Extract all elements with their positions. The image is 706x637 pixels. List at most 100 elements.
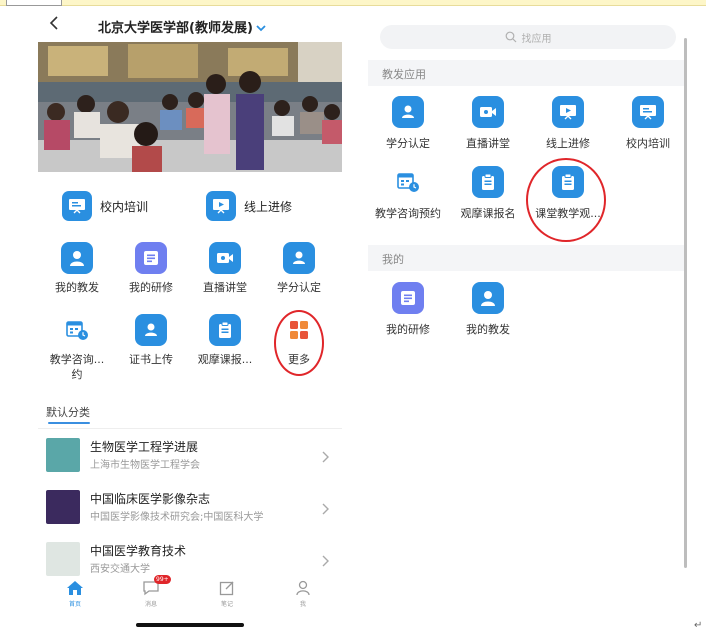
featured-online-study[interactable]: 线上进修 [206,188,292,224]
grid-item-label: 教学咨询... 约 [42,352,112,382]
grid-item-label: 学分认定 [277,281,321,294]
page-title-text: 北京大学医学部(教师发展) [98,21,253,36]
chevron-right-icon [322,448,330,467]
message-badge: 99+ [154,575,171,584]
grid-item-my-development[interactable]: 我的教发 [42,242,112,295]
user-avatar-icon [61,242,93,274]
journal-publisher: 西安交通大学 [90,564,150,575]
classroom-banner-image[interactable] [38,42,342,172]
journal-row[interactable]: 中国临床医学影像杂志 中国医学影像技术研究会;中国医科大学 [38,484,342,534]
app-label: 我的教发 [466,323,510,336]
presentation-icon [632,96,664,128]
document-top-strip [0,0,706,6]
person-badge-icon [283,242,315,274]
featured-campus-training[interactable]: 校内培训 [62,188,148,224]
grid-item-observation-signup[interactable]: 观摩课报... [190,314,260,367]
chevron-right-icon [322,500,330,519]
search-placeholder: 找应用 [521,33,552,45]
grid-item-my-study[interactable]: 我的研修 [116,242,186,295]
app-label: 直播讲堂 [466,137,510,150]
app-label: 观摩课报名 [460,207,516,220]
clipboard-icon [552,166,584,198]
grid-item-label: 直播讲堂 [203,281,247,294]
tab-label: 笔记 [220,601,233,608]
grid-item-label-line2: 约 [71,368,83,381]
grid-item-certificate-upload[interactable]: 证书上传 [116,314,186,367]
tab-label: 我 [299,601,306,608]
section-header-text: 我的 [382,253,404,266]
person-icon [278,576,328,596]
bottom-tab-bar: 首页 99+ 消息 笔记 我 [38,575,342,612]
grid-item-more[interactable]: 更多 [264,314,334,367]
grid-item-label: 观摩课报... [197,353,253,366]
app-header: 北京大学医学部(教师发展) [38,8,342,40]
edit-note-icon [202,576,252,596]
featured-label: 线上进修 [244,199,293,214]
app-label: 课堂教学观... [535,207,601,220]
app-search-input[interactable]: 找应用 [380,25,676,49]
journal-cover-image [46,542,80,576]
grid-item-credit[interactable]: 学分认定 [264,242,334,295]
grid-item-label: 证书上传 [129,353,173,366]
journal-title: 中国临床医学影像杂志 [90,492,211,506]
section-underline [48,422,90,424]
app-label: 校内培训 [626,137,670,150]
app-my-development[interactable]: 我的教发 [448,282,528,337]
grid-item-teaching-consult[interactable]: 教学咨询... 约 [42,314,112,382]
more-grid-icon [283,314,315,346]
list-card-icon [135,242,167,274]
app-teaching-consult[interactable]: 教学咨询预约 [368,166,448,221]
video-camera-icon [209,242,241,274]
app-label: 线上进修 [546,137,590,150]
app-classroom-observation[interactable]: 课堂教学观... [528,166,608,221]
online-screen-icon [206,191,236,221]
app-credit[interactable]: 学分认定 [368,96,448,151]
journal-title: 生物医学工程学进展 [90,440,199,454]
tab-label: 消息 [144,601,157,608]
journal-cover-image [46,490,80,524]
app-observation-signup[interactable]: 观摩课报名 [448,166,528,221]
section-header-text: 教发应用 [382,68,426,81]
journal-publisher: 上海市生物医学工程学会 [90,460,200,471]
grid-item-label: 我的教发 [55,281,99,294]
page-title[interactable]: 北京大学医学部(教师发展) [98,17,298,36]
grid-item-label-line1: 教学咨询... [49,353,105,366]
section-header-teaching-apps: 教发应用 [368,60,684,86]
home-indicator[interactable] [136,623,244,627]
tab-messages[interactable]: 99+ 消息 [126,575,176,608]
left-phone-screen: 北京大学医学部(教师发展) 校内培训 线上进修 我的教发 我的研修 直播讲堂 学… [38,8,342,633]
clipboard-icon [472,166,504,198]
app-live-lecture[interactable]: 直播讲堂 [448,96,528,151]
section-title-default: 默认分类 [46,406,90,419]
presentation-icon [62,191,92,221]
journal-row[interactable]: 生物医学工程学进展 上海市生物医学工程学会 [38,432,342,482]
journal-title: 中国医学教育技术 [90,544,187,558]
right-phone-screen: 找应用 教发应用 学分认定 直播讲堂 线上进修 校内培训 教学咨询预约 观摩课报… [368,8,690,568]
app-label: 我的研修 [386,323,430,336]
calendar-clock-icon [61,314,93,346]
app-my-study[interactable]: 我的研修 [368,282,448,337]
journal-cover-image [46,438,80,472]
chevron-right-icon [322,552,330,571]
grid-item-live-lecture[interactable]: 直播讲堂 [190,242,260,295]
grid-item-label: 我的研修 [129,281,173,294]
calendar-clock-icon [392,166,424,198]
person-badge-icon [392,96,424,128]
user-avatar-icon [472,282,504,314]
tab-label: 首页 [68,601,81,608]
featured-label: 校内培训 [100,199,149,214]
divider [38,428,342,429]
tab-me[interactable]: 我 [278,576,328,608]
tab-home[interactable]: 首页 [50,576,100,608]
grid-item-label: 更多 [288,353,310,366]
app-label: 教学咨询预约 [375,207,441,220]
tab-notes[interactable]: 笔记 [202,576,252,608]
back-arrow-icon[interactable] [48,16,60,30]
search-icon [505,28,517,47]
app-campus-training[interactable]: 校内培训 [608,96,688,151]
journal-publisher: 中国医学影像技术研究会;中国医科大学 [90,512,264,523]
paragraph-mark: ↵ [694,620,703,631]
list-card-icon [392,282,424,314]
app-online-study[interactable]: 线上进修 [528,96,608,151]
chevron-down-icon [256,21,266,36]
